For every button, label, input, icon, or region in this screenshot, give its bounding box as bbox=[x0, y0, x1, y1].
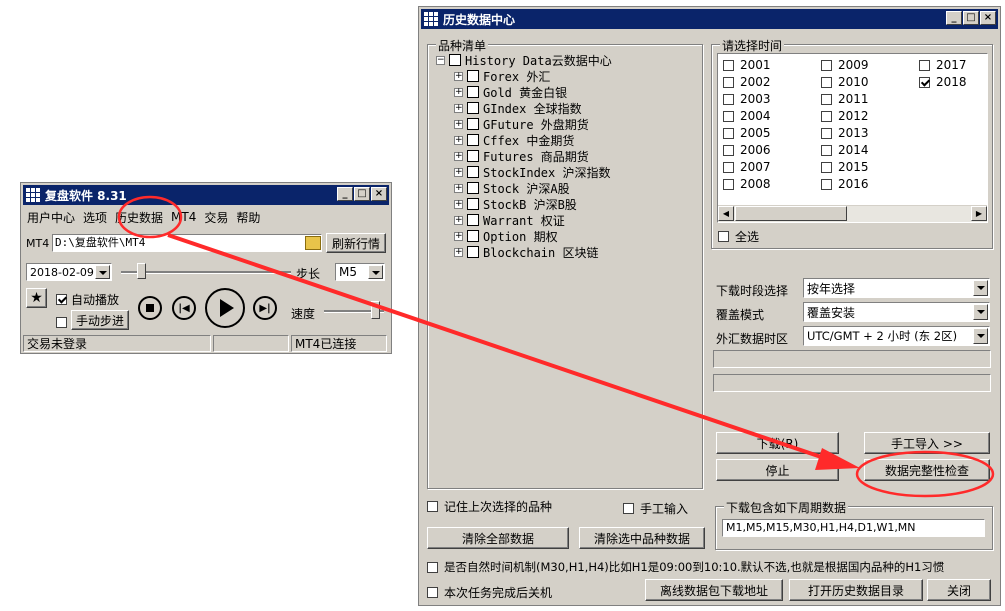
annotation-arrow-line bbox=[167, 233, 831, 462]
annotation-arrow-head bbox=[815, 448, 860, 470]
annotation-overlay bbox=[117, 195, 995, 498]
annotation-ellipse-check bbox=[855, 450, 995, 498]
annotation-ellipse-menu bbox=[117, 195, 183, 239]
